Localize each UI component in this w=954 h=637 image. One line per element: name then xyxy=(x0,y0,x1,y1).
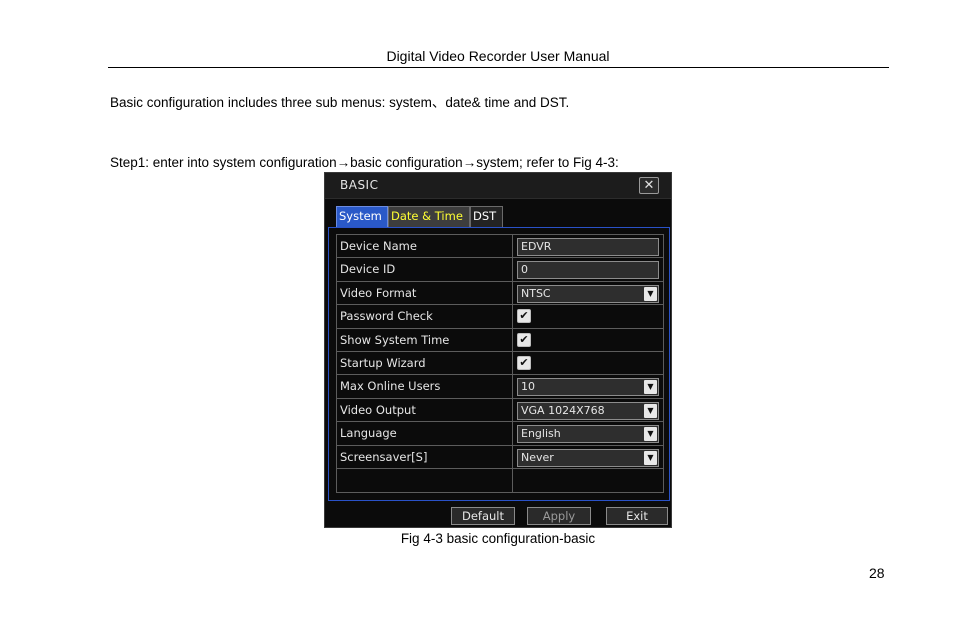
close-button[interactable]: ✕ xyxy=(639,177,659,194)
row-device-name: Device Name EDVR xyxy=(337,235,663,259)
chevron-down-icon[interactable]: ▼ xyxy=(644,286,657,301)
row-show-system-time: Show System Time ✔ xyxy=(337,328,663,352)
password-check-checkbox[interactable]: ✔ xyxy=(517,309,531,324)
screensaver-select[interactable]: Never ▼ xyxy=(517,448,659,467)
select-value: VGA 1024X768 xyxy=(521,403,605,417)
device-id-input[interactable]: 0 xyxy=(517,261,659,280)
settings-grid: Device Name EDVR Device ID 0 Video Forma… xyxy=(336,234,664,494)
select-value: NTSC xyxy=(521,286,551,300)
max-online-users-select[interactable]: 10 ▼ xyxy=(517,378,659,397)
row-video-format: Video Format NTSC ▼ xyxy=(337,281,663,306)
row-label: Video Output xyxy=(337,398,513,422)
exit-button[interactable]: Exit xyxy=(606,507,668,525)
video-output-select[interactable]: VGA 1024X768 ▼ xyxy=(517,401,659,420)
row-label: Startup Wizard xyxy=(337,351,513,375)
row-empty xyxy=(337,468,663,493)
close-icon: ✕ xyxy=(643,178,655,193)
row-label: Device ID xyxy=(337,258,513,281)
row-startup-wizard: Startup Wizard ✔ xyxy=(337,351,663,376)
settings-panel: Device Name EDVR Device ID 0 Video Forma… xyxy=(328,227,670,501)
basic-config-dialog: BASIC ✕ System Date & Time DST Device Na… xyxy=(324,172,672,528)
row-label: Language xyxy=(337,422,513,445)
select-value: English xyxy=(521,427,561,441)
device-name-input[interactable]: EDVR xyxy=(517,238,659,256)
header-rule xyxy=(108,67,889,68)
startup-wizard-checkbox[interactable]: ✔ xyxy=(517,355,531,370)
show-system-time-checkbox[interactable]: ✔ xyxy=(517,332,531,347)
page-header-title: Digital Video Recorder User Manual xyxy=(386,48,610,64)
language-select[interactable]: English ▼ xyxy=(517,425,659,444)
figure-caption: Fig 4-3 basic configuration-basic xyxy=(400,531,596,546)
row-video-output: Video Output VGA 1024X768 ▼ xyxy=(337,398,663,423)
row-language: Language English ▼ xyxy=(337,422,663,446)
tab-dst[interactable]: DST xyxy=(470,206,503,227)
chevron-down-icon[interactable]: ▼ xyxy=(644,403,657,418)
page-number: 28 xyxy=(869,565,885,581)
default-button[interactable]: Default xyxy=(451,507,515,525)
row-screensaver: Screensaver[S] Never ▼ xyxy=(337,445,663,469)
row-max-online-users: Max Online Users 10 ▼ xyxy=(337,375,663,399)
row-label: Password Check xyxy=(337,305,513,328)
row-label xyxy=(337,468,513,493)
step-paragraph: Step1: enter into system configuration→b… xyxy=(110,155,619,170)
chevron-down-icon[interactable]: ▼ xyxy=(644,380,657,395)
dialog-titlebar: BASIC ✕ xyxy=(325,173,671,199)
intro-paragraph: Basic configuration includes three sub m… xyxy=(110,95,570,110)
row-label: Max Online Users xyxy=(337,375,513,398)
tab-date-time[interactable]: Date & Time xyxy=(388,206,470,227)
row-label: Show System Time xyxy=(337,328,513,351)
apply-button[interactable]: Apply xyxy=(527,507,591,525)
select-value: Never xyxy=(521,450,554,464)
row-device-id: Device ID 0 xyxy=(337,258,663,282)
row-label: Video Format xyxy=(337,281,513,305)
chevron-down-icon[interactable]: ▼ xyxy=(644,450,657,465)
row-password-check: Password Check ✔ xyxy=(337,305,663,329)
tab-system[interactable]: System xyxy=(336,206,388,227)
video-format-select[interactable]: NTSC ▼ xyxy=(517,284,659,303)
dialog-title: BASIC xyxy=(340,178,379,192)
select-value: 10 xyxy=(521,380,535,394)
row-label: Device Name xyxy=(337,235,513,258)
chevron-down-icon[interactable]: ▼ xyxy=(644,427,657,442)
row-label: Screensaver[S] xyxy=(337,445,513,468)
